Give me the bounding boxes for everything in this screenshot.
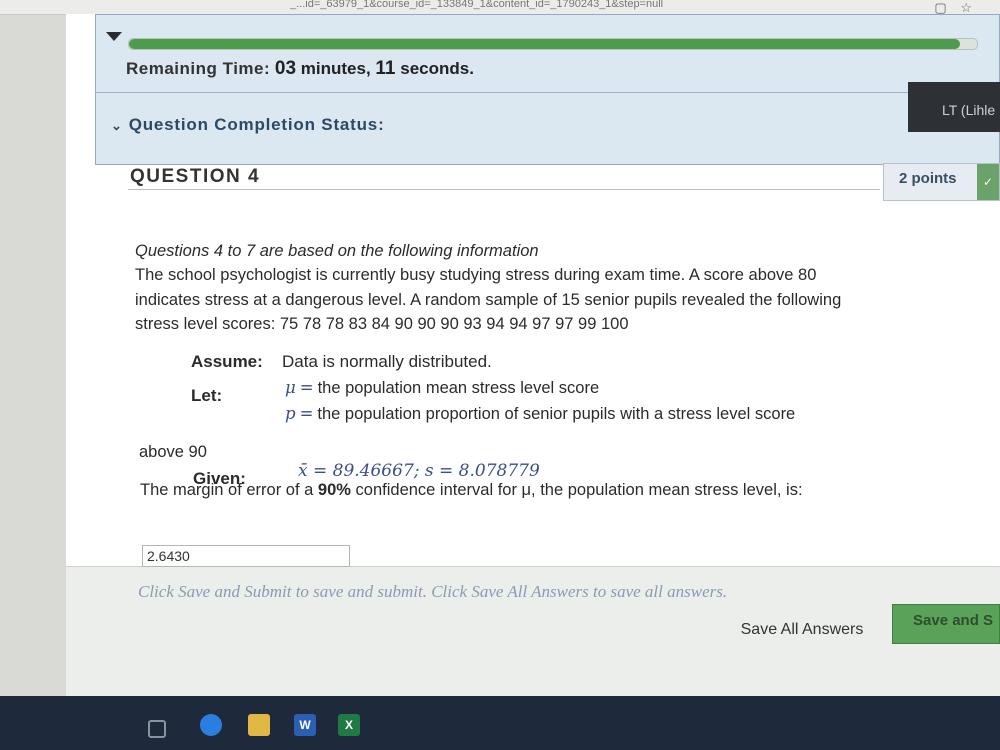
star-icon[interactable]: ☆	[960, 0, 972, 15]
mu-definition: μ = the population mean stress level score	[285, 378, 600, 397]
browser-address-bar[interactable]: _...id=_63979_1&course_id=_133849_1&cont…	[0, 0, 1000, 15]
check-icon: ✓	[977, 164, 999, 200]
p-definition-text: the population proportion of senior pupi…	[317, 405, 796, 423]
question-intro: Questions 4 to 7 are based on the follow…	[135, 242, 539, 260]
p-definition-continued: above 90	[139, 443, 207, 461]
mu-symbol: μ	[285, 378, 296, 397]
divider	[95, 92, 1000, 93]
let-label: Let:	[191, 386, 223, 405]
assume-label: Assume:	[191, 352, 263, 371]
divider	[128, 189, 880, 190]
points-label: 2 points	[899, 170, 957, 187]
question-text: The margin of error of a 90% confidence …	[140, 478, 860, 503]
chevron-down-icon[interactable]: ⌄	[111, 118, 123, 133]
question-text-after: confidence interval for μ, the populatio…	[350, 481, 803, 499]
question-completion-label[interactable]: Question Completion Status:	[129, 115, 385, 134]
remaining-seconds: 11	[375, 58, 396, 79]
confidence-level: 90%	[317, 481, 351, 499]
save-and-submit-button[interactable]: Save and S	[892, 604, 1000, 644]
word-app-icon[interactable]: W	[294, 714, 316, 736]
assume-value: Data is normally distributed.	[282, 352, 492, 371]
points-box: 2 points ✓	[883, 163, 1000, 201]
task-view-icon[interactable]	[148, 720, 166, 738]
mu-definition-text: the population mean stress level score	[317, 379, 600, 397]
remaining-minutes: 03	[274, 58, 297, 79]
lt-badge: LT (Lihle	[908, 82, 1000, 132]
collapse-triangle-icon[interactable]	[106, 32, 122, 41]
square-icon[interactable]: ▢	[934, 0, 946, 15]
question-header: QUESTION 4	[130, 166, 261, 187]
edge-browser-icon[interactable]	[200, 714, 222, 736]
remaining-time-label: Remaining Time:	[126, 59, 271, 78]
excel-app-icon[interactable]: X	[338, 714, 360, 736]
question-body: The school psychologist is currently bus…	[135, 266, 842, 333]
seconds-unit: seconds.	[400, 59, 474, 78]
question-text-before: The margin of error of a	[140, 481, 318, 499]
url-text[interactable]: _...id=_63979_1&course_id=_133849_1&cont…	[290, 0, 663, 10]
minutes-unit: minutes,	[300, 59, 371, 78]
submit-hint: Click Save and Submit to save and submit…	[138, 582, 728, 601]
save-all-answers-button[interactable]: Save All Answers	[728, 614, 876, 646]
remaining-time: Remaining Time: 03 minutes, 11 seconds.	[126, 58, 474, 80]
answer-input[interactable]	[142, 545, 350, 567]
status-panel	[95, 14, 1000, 165]
progress-fill	[129, 39, 961, 49]
question-completion-status[interactable]: ⌄ Question Completion Status:	[111, 115, 385, 135]
p-symbol: p	[285, 404, 296, 423]
file-explorer-icon[interactable]	[248, 714, 270, 736]
p-definition: p = the population proportion of senior pu…	[285, 404, 796, 423]
progress-bar	[128, 38, 978, 50]
